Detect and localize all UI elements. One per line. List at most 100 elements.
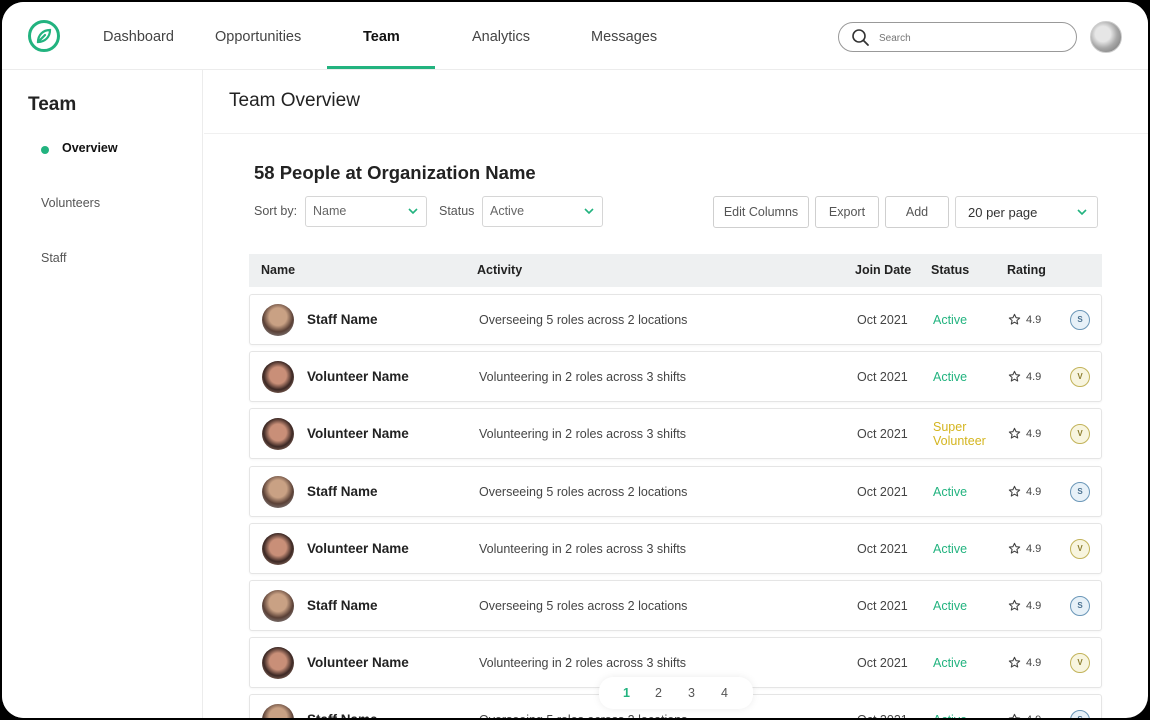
role-badge: S: [1070, 481, 1090, 502]
user-avatar[interactable]: [1090, 21, 1122, 53]
member-rating: 4.9: [1026, 542, 1042, 555]
sidebar-title: Team: [28, 94, 77, 115]
sort-value: Name: [313, 204, 347, 218]
avatar: [262, 590, 294, 622]
avatar: [262, 532, 294, 565]
edit-columns-button[interactable]: Edit Columns: [713, 196, 809, 228]
sort-dropdown[interactable]: Name: [305, 196, 427, 227]
app-window: Dashboard Opportunities Team Analytics M…: [2, 2, 1148, 718]
member-status: Active: [933, 313, 968, 327]
nav-team[interactable]: Team: [363, 29, 400, 45]
column-header-join-date[interactable]: Join Date: [855, 263, 911, 277]
member-status: Active: [933, 599, 968, 613]
column-header-name[interactable]: Name: [261, 263, 295, 277]
avatar: [262, 475, 294, 508]
member-activity: Overseeing 5 roles across 2 locations: [479, 713, 687, 718]
star-icon: [1008, 313, 1021, 331]
chevron-down-icon: [584, 208, 594, 215]
member-activity: Volunteering in 2 roles across 3 shifts: [479, 370, 687, 385]
table-row[interactable]: Volunteer Name Volunteering in 2 roles ac…: [249, 351, 1102, 403]
search-box[interactable]: [838, 22, 1077, 52]
member-join-date: Oct 2021: [857, 541, 908, 556]
table-row[interactable]: Staff Name Overseeing 5 roles across 2 lo…: [249, 580, 1102, 631]
member-activity: Volunteering in 2 roles across 3 shifts: [479, 427, 687, 442]
chevron-down-icon: [1077, 209, 1087, 216]
member-join-date: Oct 2021: [857, 713, 908, 718]
member-name[interactable]: Volunteer Name: [307, 369, 409, 384]
member-rating: 4.9: [1026, 485, 1042, 498]
table-row[interactable]: Volunteer Name Volunteering in 2 roles ac…: [249, 408, 1102, 460]
status-value: Active: [490, 204, 525, 218]
export-button[interactable]: Export: [815, 196, 879, 228]
star-icon: [1008, 656, 1021, 674]
column-header-rating[interactable]: Rating: [1007, 263, 1046, 277]
member-rating: 4.9: [1026, 657, 1042, 670]
member-name[interactable]: Volunteer Name: [307, 541, 409, 556]
per-page-dropdown[interactable]: 20 per page: [955, 196, 1098, 228]
page-4-link[interactable]: 4: [721, 686, 728, 700]
leaf-logo-icon[interactable]: [28, 20, 60, 52]
role-badge: S: [1070, 310, 1090, 330]
status-label: Status: [439, 204, 475, 218]
sidebar: Team Overview Volunteers Staff: [2, 70, 203, 718]
avatar: [262, 647, 294, 680]
active-tab-indicator: [327, 66, 435, 69]
member-status: Active: [933, 656, 968, 671]
page-header: Team Overview: [204, 70, 1148, 134]
member-rating: 4.9: [1026, 371, 1042, 384]
column-header-activity[interactable]: Activity: [477, 263, 522, 277]
page-3-link[interactable]: 3: [688, 686, 695, 700]
member-name[interactable]: Staff Name: [307, 598, 378, 613]
member-activity: Overseeing 5 roles across 2 locations: [479, 313, 688, 327]
member-status: Active: [933, 713, 967, 718]
member-name[interactable]: Staff Name: [307, 484, 378, 499]
chevron-down-icon: [408, 208, 418, 215]
member-status: Super Volunteer: [933, 420, 986, 449]
star-icon: [1008, 713, 1021, 718]
people-count-heading: 58 People at Organization Name: [254, 162, 536, 183]
member-rating: 4.9: [1026, 600, 1042, 612]
member-name[interactable]: Staff Name: [307, 712, 378, 718]
member-name[interactable]: Volunteer Name: [307, 426, 409, 441]
member-status: Active: [933, 370, 968, 385]
member-status: Active: [933, 484, 968, 499]
nav-analytics[interactable]: Analytics: [472, 29, 530, 45]
nav-opportunities[interactable]: Opportunities: [215, 29, 301, 45]
add-button[interactable]: Add: [885, 196, 949, 228]
member-join-date: Oct 2021: [857, 599, 908, 613]
sidebar-item-staff[interactable]: Staff: [41, 251, 66, 265]
member-activity: Volunteering in 2 roles across 3 shifts: [479, 541, 687, 556]
avatar: [262, 704, 294, 718]
member-name[interactable]: Staff Name: [307, 312, 378, 327]
table-row[interactable]: Staff Name Overseeing 5 roles across 2 lo…: [249, 465, 1102, 517]
member-activity: Volunteering in 2 roles across 3 shifts: [479, 656, 687, 671]
sidebar-item-overview[interactable]: Overview: [62, 141, 118, 155]
nav-messages[interactable]: Messages: [591, 29, 657, 45]
member-rating: 4.9: [1026, 314, 1042, 326]
member-name[interactable]: Volunteer Name: [307, 655, 409, 670]
table-header: Name Activity Join Date Status Rating: [249, 254, 1102, 287]
sort-label: Sort by:: [254, 204, 298, 218]
status-dropdown[interactable]: Active: [482, 196, 603, 227]
page-2-link[interactable]: 2: [655, 686, 662, 700]
avatar: [262, 361, 294, 394]
member-rating: 4.9: [1026, 428, 1042, 441]
avatar: [262, 418, 294, 451]
member-activity: Overseeing 5 roles across 2 locations: [479, 484, 688, 499]
sidebar-item-volunteers[interactable]: Volunteers: [41, 196, 100, 210]
member-join-date: Oct 2021: [857, 313, 908, 327]
table-row[interactable]: Volunteer Name Volunteering in 2 roles ac…: [249, 522, 1102, 574]
search-icon: [852, 29, 869, 46]
member-join-date: Oct 2021: [857, 427, 908, 442]
member-status: Active: [933, 541, 968, 556]
member-join-date: Oct 2021: [857, 656, 908, 671]
search-input[interactable]: [879, 29, 1059, 47]
table-row[interactable]: Staff Name Overseeing 5 roles across 2 lo…: [249, 294, 1102, 345]
role-badge: S: [1070, 710, 1090, 718]
page-1-link[interactable]: 1: [623, 686, 630, 700]
column-header-status[interactable]: Status: [931, 263, 969, 277]
member-activity: Overseeing 5 roles across 2 locations: [479, 599, 688, 613]
role-badge: V: [1070, 424, 1090, 445]
pagination: 1 2 3 4: [599, 677, 753, 709]
nav-dashboard[interactable]: Dashboard: [103, 29, 174, 45]
